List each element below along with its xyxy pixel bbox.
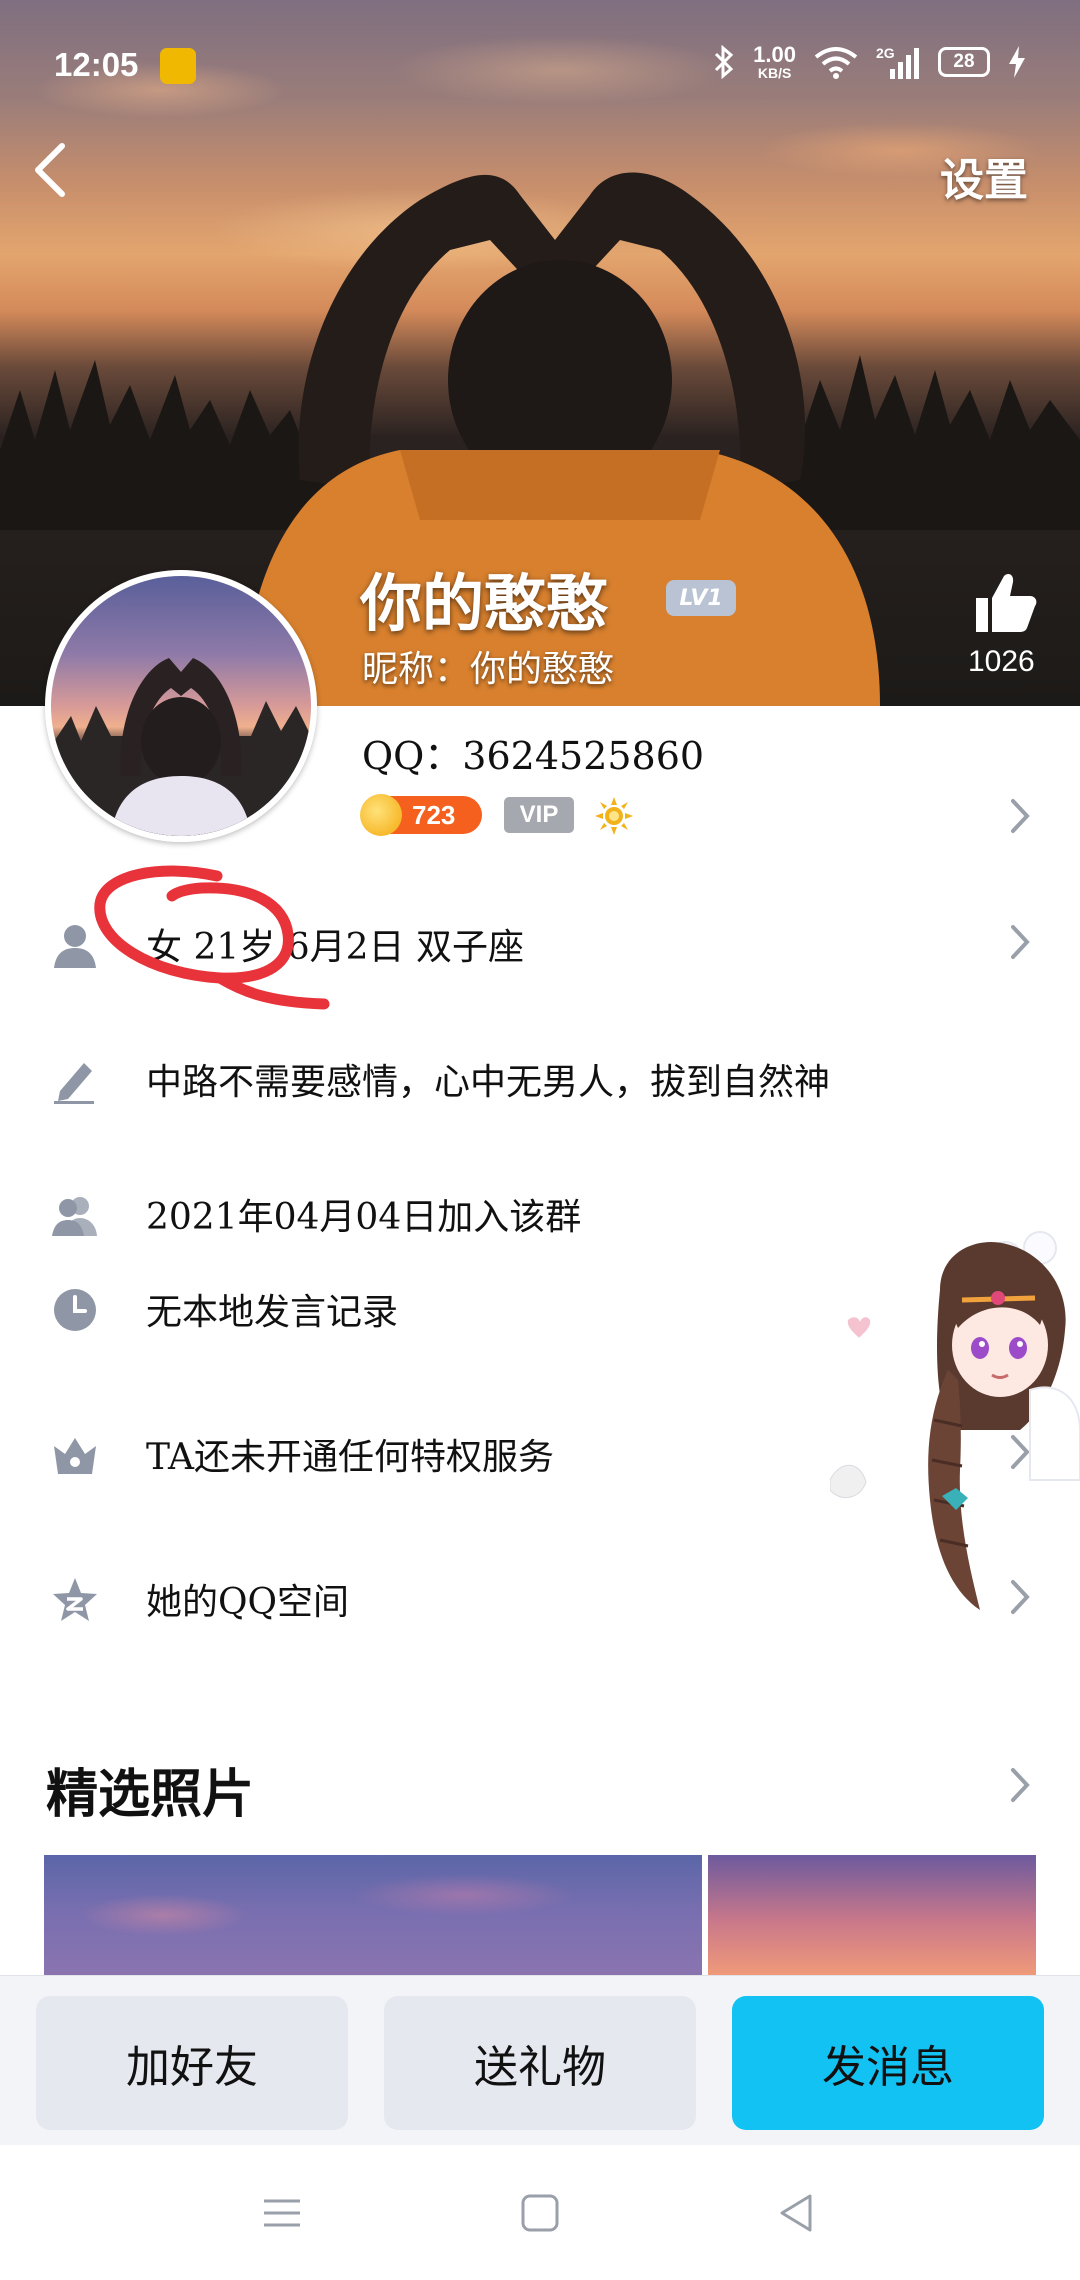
back-arrow-icon[interactable] [30,140,70,200]
handwritten-circle-annotation [94,865,330,1010]
status-bar: 12:05 1.00 KB/S 2G 28 [0,0,1080,130]
clock: 12:05 [54,46,139,83]
menu-icon[interactable] [262,2193,302,2233]
featured-photos-title: 精选照片 [46,1764,255,1825]
featured-photo[interactable] [708,1855,1036,1975]
notification-app-icon [160,48,196,84]
thumbs-up-icon[interactable] [972,570,1038,636]
like-count: 1026 [968,645,1035,678]
chevron-right-icon [1011,925,1030,959]
mascot-sticker[interactable] [830,1220,1080,1640]
charging-icon [1009,46,1025,78]
nickname: 昵称：你的憨憨 [362,649,615,690]
join-date-text: 2021年04月04日加入该群 [146,1197,582,1238]
cellular-signal-icon: 2G [876,45,920,79]
network-speed: 1.00 KB/S [753,42,796,81]
chevron-right-icon[interactable] [1008,796,1032,836]
action-bar: 加好友 送礼物 发消息 [0,1975,1080,2145]
pencil-icon [54,1063,94,1104]
group-members-icon [52,1197,97,1236]
avatar[interactable] [45,570,317,842]
signature-row[interactable]: 中路不需要感情，心中无男人，拔到自然神 [0,1033,1080,1123]
send-gift-button[interactable]: 送礼物 [384,1996,696,2130]
qzone-text: 她的QQ空间 [146,1582,350,1623]
featured-photo[interactable] [44,1855,702,1975]
add-friend-button[interactable]: 加好友 [36,1996,348,2130]
settings-button[interactable]: 设置 [940,144,1028,208]
qzone-star-icon [53,1578,97,1621]
profile-name: 你的憨憨 [360,567,609,640]
privilege-text: TA还未开通任何特权服务 [146,1437,555,1478]
wifi-icon [814,47,858,79]
crown-icon [54,1438,96,1474]
chevron-right-icon[interactable] [1008,1765,1032,1805]
back-triangle-icon[interactable] [776,2193,816,2233]
send-message-button[interactable]: 发消息 [732,1996,1044,2130]
profile-page: 12:05 1.00 KB/S 2G 28 设置 你的憨憨 LV1 昵称：你的憨… [0,0,1080,2280]
coin-icon [360,794,402,836]
bluetooth-icon [715,45,734,79]
signature-text: 中路不需要感情，心中无男人，拔到自然神 [146,1062,831,1103]
coin-badge[interactable]: 723 [360,794,482,836]
speech-record-text: 无本地发言记录 [146,1292,399,1333]
battery-indicator: 28 [938,47,990,77]
system-navigation-bar [0,2145,1080,2280]
level-badge[interactable]: LV1 [666,580,736,616]
clock-icon [54,1289,96,1331]
sun-level-icon[interactable] [594,796,634,836]
qq-number: QQ：3624525860 [362,734,705,778]
home-square-icon[interactable] [520,2193,560,2233]
vip-badge[interactable]: VIP [504,797,574,833]
